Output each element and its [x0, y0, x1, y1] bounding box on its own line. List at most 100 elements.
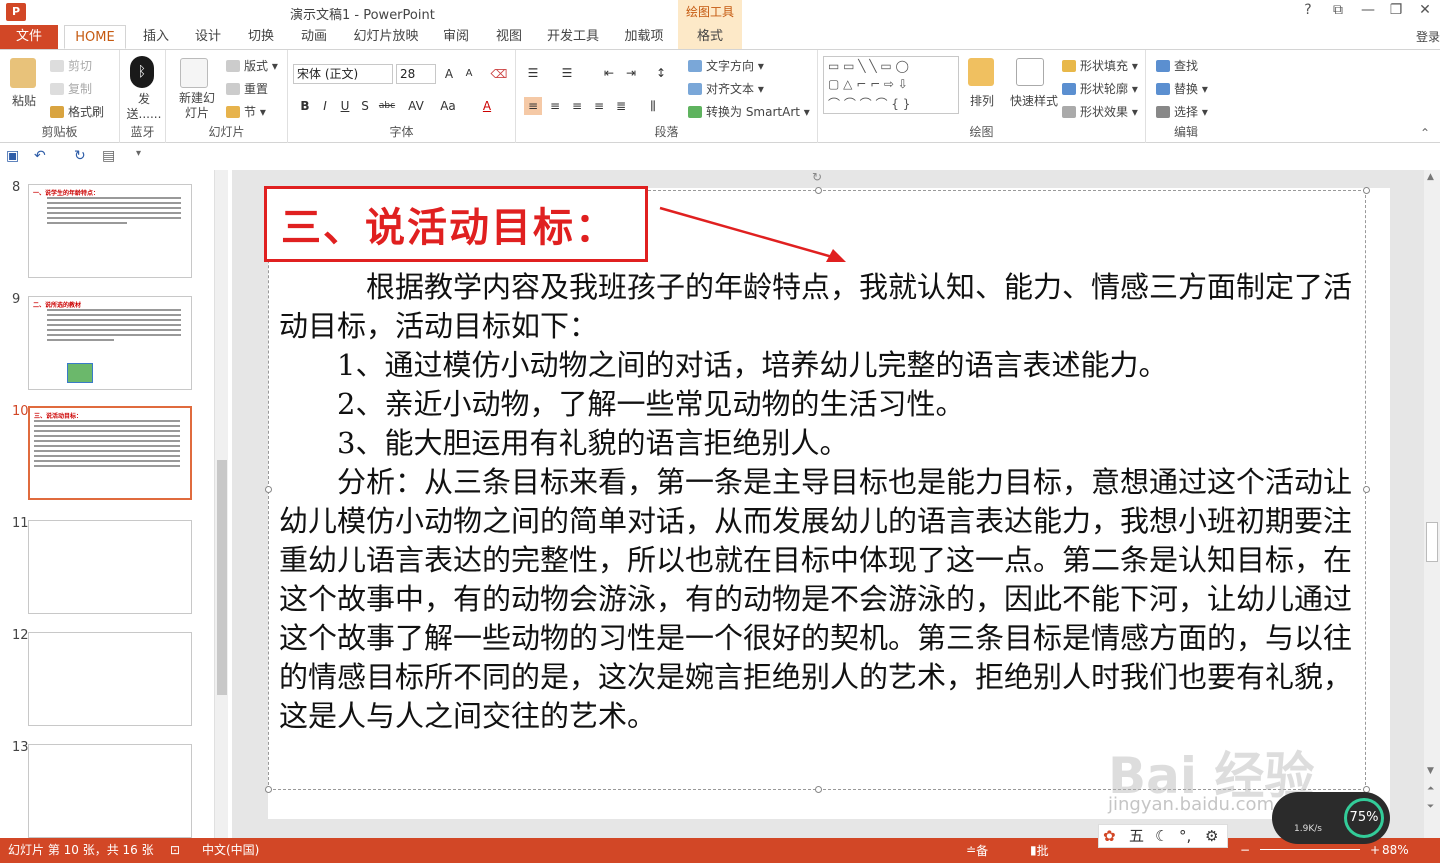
resize-handle[interactable] — [815, 786, 822, 793]
thumbnail-scrollbar[interactable] — [214, 170, 228, 838]
edit-scroll-thumb[interactable] — [1426, 522, 1438, 562]
punctuation-icon[interactable]: °, — [1179, 825, 1191, 847]
clear-format-icon[interactable]: ⌫ — [490, 65, 508, 83]
increase-font-icon[interactable]: A — [440, 65, 458, 83]
close-icon[interactable]: ✕ — [1410, 2, 1440, 18]
strikethrough-icon[interactable]: abc — [378, 97, 396, 115]
font-size-select[interactable]: 28 — [396, 64, 436, 84]
tab-insert[interactable]: 插入 — [136, 25, 176, 49]
language-indicator[interactable]: 中文(中国) — [202, 839, 259, 861]
collapse-ribbon-icon[interactable]: ⌃ — [1420, 126, 1430, 140]
resize-handle[interactable] — [1363, 486, 1370, 493]
shape-fill-button[interactable]: 形状填充 ▾ — [1062, 57, 1138, 74]
slide-body-text[interactable]: 根据教学内容及我班孩子的年龄特点，我就认知、能力、情感三方面制定了活动目标，活动… — [279, 268, 1357, 736]
ribbon-display-icon[interactable]: ⧉ — [1323, 2, 1353, 18]
scroll-down-icon[interactable]: ▼ — [1427, 766, 1434, 776]
network-speed-widget[interactable]: 1.9K/s 75% — [1272, 792, 1390, 844]
comments-button[interactable]: ▮ 批注 — [1030, 839, 1049, 861]
customize-qat-icon[interactable]: ▾ — [136, 148, 141, 159]
underline-icon[interactable]: U — [336, 97, 354, 115]
reset-button[interactable]: 重置 — [226, 80, 268, 97]
tab-review[interactable]: 审阅 — [436, 25, 476, 49]
copy-button[interactable]: 复制 — [50, 80, 92, 97]
zoom-out-icon[interactable]: − — [1240, 839, 1250, 861]
tab-file[interactable]: 文件 — [0, 25, 58, 49]
section-button[interactable]: 节 ▾ — [226, 103, 266, 120]
decrease-indent-icon[interactable]: ⇤ — [600, 64, 618, 82]
tab-developer[interactable]: 开发工具 — [542, 25, 604, 49]
previous-slide-icon[interactable]: ⏶ — [1427, 784, 1434, 794]
edit-vertical-scrollbar[interactable]: ▲ ▼ ⏶ ⏷ — [1424, 170, 1440, 838]
tab-home[interactable]: HOME — [64, 25, 126, 49]
shapes-gallery[interactable]: ▭ ▭ ╲ ╲ ▭ ◯ ▢ △ ⌐ ⌐ ⇨ ⇩ ⌒ ⌒ ⌒ ⌒ { } — [823, 56, 959, 114]
numbering-icon[interactable]: ☰ — [558, 64, 576, 82]
justify-icon[interactable]: ≡ — [590, 97, 608, 115]
tab-addins[interactable]: 加载项 — [616, 25, 672, 49]
bullets-icon[interactable]: ☰ — [524, 64, 542, 82]
slide-thumbnail-11[interactable] — [28, 520, 192, 614]
align-right-icon[interactable]: ≡ — [568, 97, 586, 115]
scroll-up-icon[interactable]: ▲ — [1427, 172, 1434, 182]
spellcheck-icon[interactable]: ⊡ — [170, 839, 180, 861]
gear-icon[interactable]: ⚙ — [1205, 825, 1218, 847]
slide-thumbnail-10[interactable]: 三、说活动目标： — [28, 406, 192, 500]
arrange-icon[interactable] — [968, 58, 994, 86]
decrease-font-icon[interactable]: A — [460, 65, 478, 83]
thumbnail-scroll-thumb[interactable] — [217, 460, 227, 695]
slide-thumbnail-12[interactable] — [28, 632, 192, 726]
resize-handle[interactable] — [265, 486, 272, 493]
find-button[interactable]: 查找 — [1156, 57, 1198, 74]
replace-button[interactable]: 替换 ▾ — [1156, 80, 1208, 97]
powerpoint-logo-icon[interactable]: P — [6, 3, 26, 21]
arrange-button[interactable]: 排列 — [970, 92, 994, 109]
layout-button[interactable]: 版式 ▾ — [226, 57, 278, 74]
login-link[interactable]: 登录 — [1416, 25, 1440, 49]
tab-slideshow[interactable]: 幻灯片放映 — [348, 25, 424, 49]
quick-styles-button[interactable]: 快速样式 — [1010, 92, 1058, 109]
tab-view[interactable]: 视图 — [489, 25, 529, 49]
select-button[interactable]: 选择 ▾ — [1156, 103, 1208, 120]
tab-design[interactable]: 设计 — [188, 25, 228, 49]
paste-button[interactable]: 粘贴 — [12, 92, 36, 109]
increase-indent-icon[interactable]: ⇥ — [622, 64, 640, 82]
slide-thumbnail-8[interactable]: 一、说学生的年龄特点： — [28, 184, 192, 278]
text-direction-button[interactable]: 文字方向 ▾ — [688, 57, 764, 74]
slide-thumbnail-13[interactable] — [28, 744, 192, 838]
slide-thumbnail-9[interactable]: 二、说所选的教材 — [28, 296, 192, 390]
help-icon[interactable]: ? — [1293, 2, 1323, 18]
minimize-icon[interactable]: — — [1353, 2, 1383, 18]
save-icon[interactable]: ▣ — [6, 148, 19, 164]
redo-icon[interactable]: ↻ — [74, 148, 86, 164]
zoom-level[interactable]: 88% — [1382, 839, 1409, 861]
font-color-icon[interactable]: A — [478, 97, 496, 115]
shadow-icon[interactable]: S — [356, 97, 374, 115]
next-slide-icon[interactable]: ⏷ — [1427, 802, 1434, 812]
shape-effects-button[interactable]: 形状效果 ▾ — [1062, 103, 1138, 120]
font-name-select[interactable]: 宋体 (正文) — [293, 64, 393, 84]
align-text-button[interactable]: 对齐文本 ▾ — [688, 80, 764, 97]
slide-title-box[interactable]: 三、说活动目标： — [264, 186, 648, 262]
new-slide-icon[interactable] — [180, 58, 208, 88]
italic-icon[interactable]: I — [316, 97, 334, 115]
distributed-icon[interactable]: ≣ — [612, 97, 630, 115]
line-spacing-icon[interactable]: ↕ — [652, 64, 670, 82]
notes-button[interactable]: ≐ 备注 — [966, 839, 988, 861]
shape-outline-button[interactable]: 形状轮廓 ▾ — [1062, 80, 1138, 97]
align-left-icon[interactable]: ≡ — [524, 97, 542, 115]
char-spacing-icon[interactable]: AV — [402, 97, 430, 115]
bluetooth-icon[interactable]: ᛒ — [130, 56, 154, 88]
smartart-button[interactable]: 转换为 SmartArt ▾ — [688, 103, 810, 120]
bluetooth-send-button[interactable]: 发送...... — [124, 92, 164, 122]
cut-button[interactable]: 剪切 — [50, 57, 92, 74]
quick-styles-icon[interactable] — [1016, 58, 1044, 86]
new-slide-button[interactable]: 新建幻灯片 — [174, 91, 220, 121]
resize-handle[interactable] — [1363, 187, 1370, 194]
start-slideshow-icon[interactable]: ▤ — [102, 148, 115, 164]
rotate-handle-icon[interactable]: ↻ — [812, 170, 822, 184]
paste-icon[interactable] — [10, 58, 36, 88]
tab-transitions[interactable]: 切换 — [241, 25, 281, 49]
ime-mode[interactable]: 五 — [1129, 825, 1144, 847]
paw-icon[interactable]: ✿ — [1103, 825, 1116, 847]
resize-handle[interactable] — [265, 786, 272, 793]
bold-icon[interactable]: B — [296, 97, 314, 115]
